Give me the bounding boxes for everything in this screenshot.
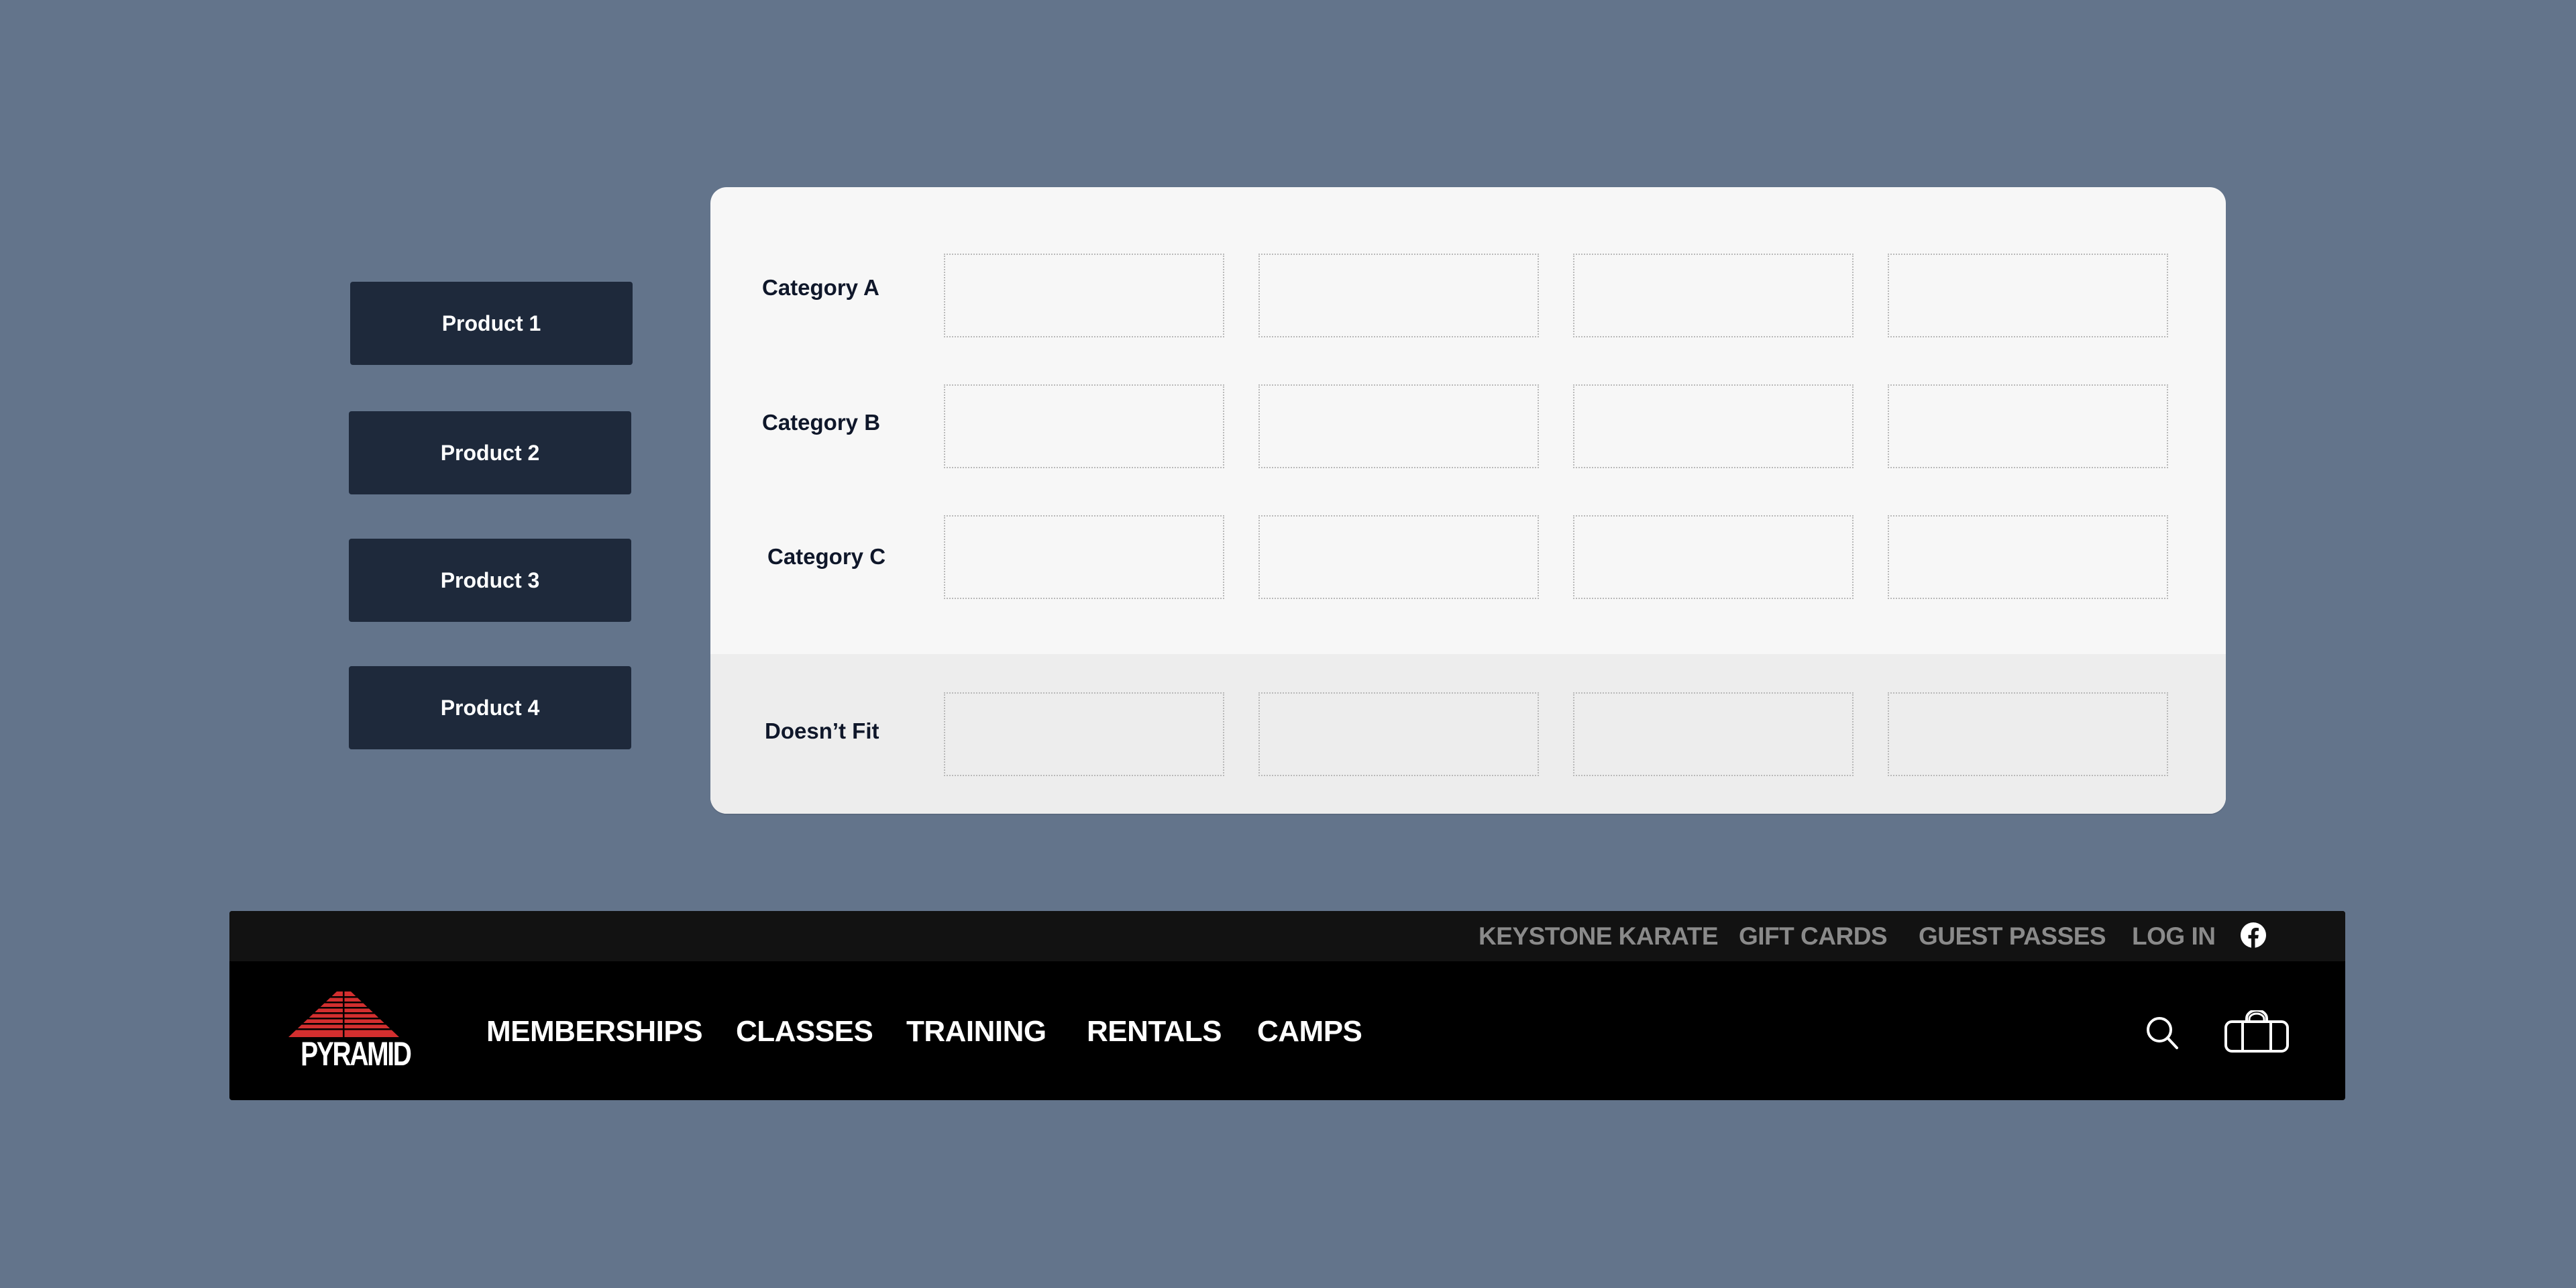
category-c-drop-slot-4[interactable] [1888, 515, 2168, 599]
category-c-drop-slot-1[interactable] [944, 515, 1224, 599]
doesnt-fit-drop-slot-3[interactable] [1573, 692, 1854, 776]
category-b-drop-slot-1[interactable] [944, 384, 1224, 468]
category-a-drop-slot-1[interactable] [944, 254, 1224, 337]
category-c-drop-slot-2[interactable] [1258, 515, 1539, 599]
doesnt-fit-label: Doesn’t Fit [765, 718, 879, 743]
doesnt-fit-drop-slot-2[interactable] [1258, 692, 1539, 776]
nav-link-camps[interactable]: CAMPS [1257, 1012, 1362, 1052]
category-b-drop-slot-4[interactable] [1888, 384, 2168, 468]
sorting-panel: Category A Category B Category C Doesn’t… [710, 187, 2226, 814]
category-a-drop-slot-2[interactable] [1258, 254, 1539, 337]
pyramid-logo-mark [288, 991, 399, 1038]
pyramid-logo[interactable]: PYRAMID [288, 991, 412, 1075]
category-c-drop-slot-3[interactable] [1573, 515, 1854, 599]
nav-link-memberships[interactable]: MEMBERSHIPS [486, 1012, 703, 1052]
doesnt-fit-drop-slot-4[interactable] [1888, 692, 2168, 776]
doesnt-fit-drop-slot-1[interactable] [944, 692, 1224, 776]
site-header: KEYSTONE KARATE GIFT CARDS GUEST PASSES … [229, 911, 2345, 1100]
brand-name: PYRAMID [301, 1035, 412, 1073]
category-c-label: Category C [767, 544, 886, 569]
search-icon[interactable] [2141, 1012, 2184, 1055]
nav-link-rentals[interactable]: RENTALS [1087, 1012, 1222, 1052]
facebook-icon[interactable] [2239, 920, 2268, 950]
nav-link-training[interactable]: TRAINING [906, 1012, 1046, 1052]
nav-link-classes[interactable]: CLASSES [736, 1012, 873, 1052]
category-b-drop-slot-3[interactable] [1573, 384, 1854, 468]
category-b-drop-slot-2[interactable] [1258, 384, 1539, 468]
product-2-card[interactable]: Product 2 [349, 411, 631, 494]
bag-icon[interactable] [2223, 1006, 2290, 1057]
product-4-card[interactable]: Product 4 [349, 666, 631, 749]
utility-link-log-in[interactable]: LOG IN [2132, 911, 2216, 961]
utility-link-gift-cards[interactable]: GIFT CARDS [1739, 911, 1888, 961]
category-b-label: Category B [762, 410, 881, 435]
product-3-card[interactable]: Product 3 [349, 539, 631, 622]
utility-link-guest-passes[interactable]: GUEST PASSES [1919, 911, 2106, 961]
category-a-label: Category A [762, 275, 879, 300]
category-a-drop-slot-3[interactable] [1573, 254, 1854, 337]
utility-link-keystone-karate[interactable]: KEYSTONE KARATE [1479, 911, 1719, 961]
product-1-card[interactable]: Product 1 [350, 282, 633, 365]
category-a-drop-slot-4[interactable] [1888, 254, 2168, 337]
